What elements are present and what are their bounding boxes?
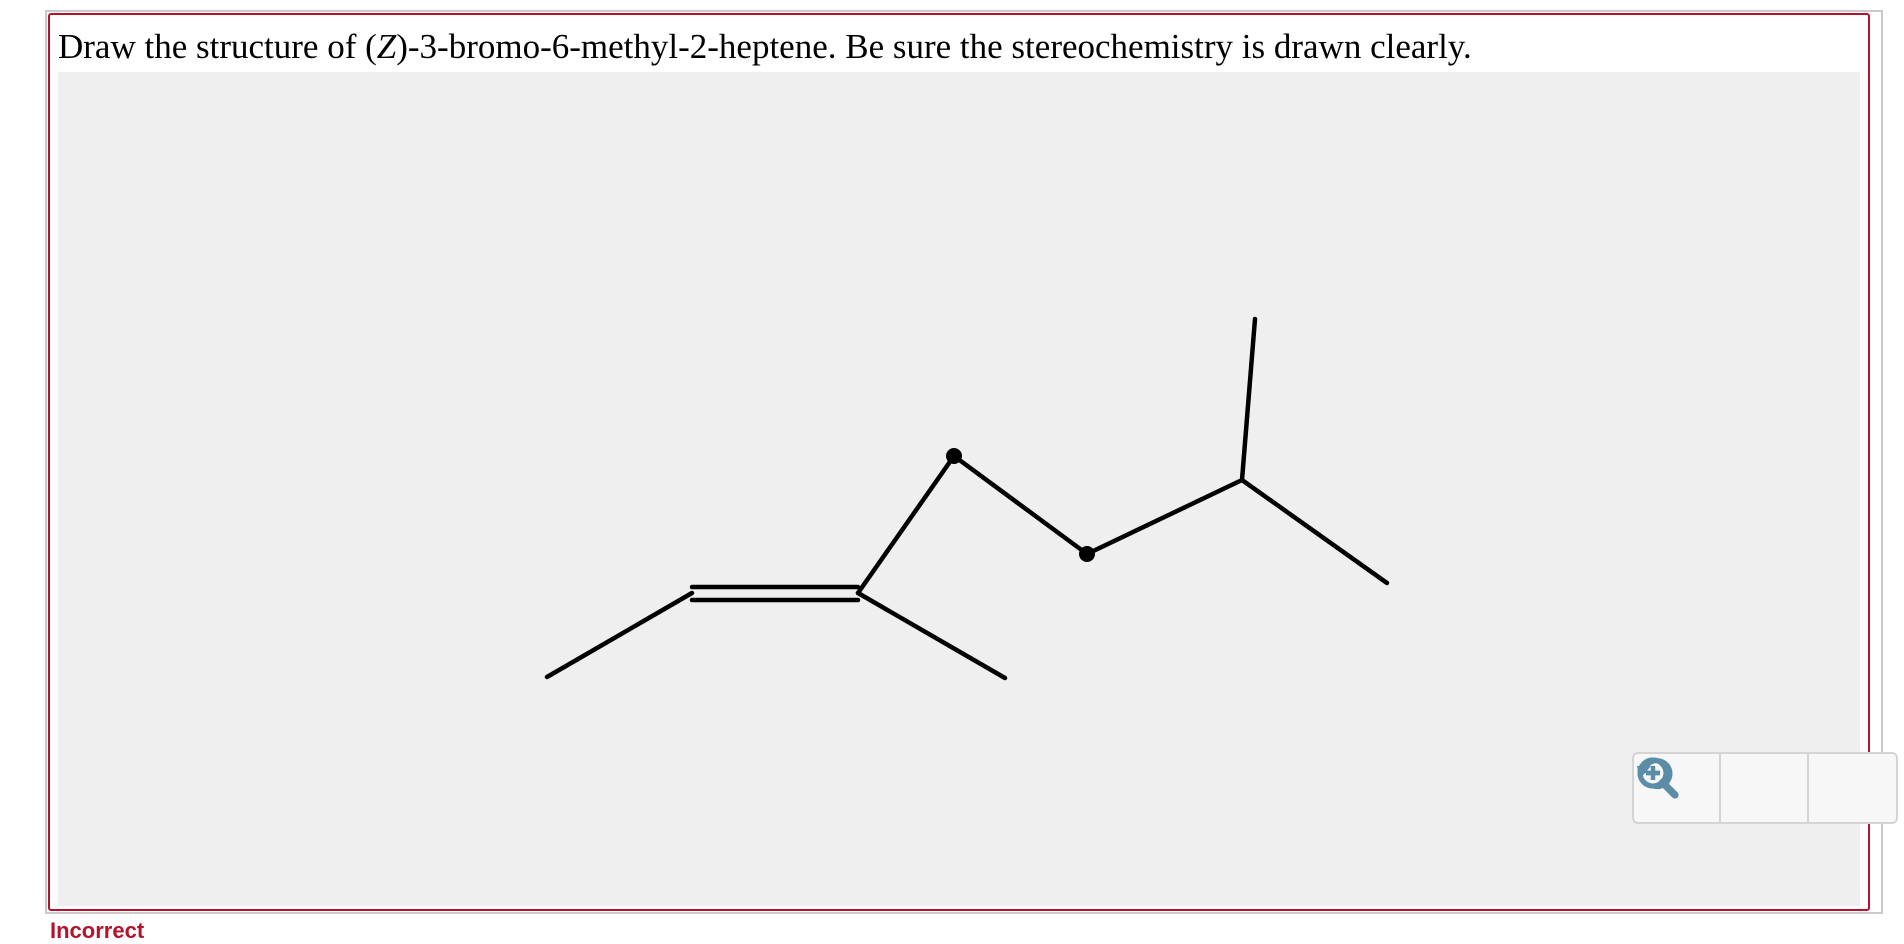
drawing-canvas[interactable]: [58, 72, 1898, 906]
prompt-stereo-descriptor: Z: [376, 27, 397, 66]
prompt-text-after: )-3-bromo-6-methyl-2-heptene. Be sure th…: [396, 27, 1472, 66]
zoom-out-icon: [1637, 757, 1679, 799]
prompt-text-before: Draw the structure of (: [58, 27, 377, 66]
answer-status-label: Incorrect: [50, 918, 145, 943]
bond-c6-methyl[interactable]: [1239, 316, 1258, 483]
zoom-out-button[interactable]: [1637, 754, 1896, 822]
structure-drawing[interactable]: [58, 72, 1860, 906]
reset-zoom-button[interactable]: [1637, 754, 1809, 822]
atom-node-c5[interactable]: [1079, 546, 1095, 562]
bond-c1-c2[interactable]: [544, 590, 695, 680]
atom-node-c4[interactable]: [946, 448, 962, 464]
zoom-toolbar: [1632, 752, 1898, 824]
bond-c5-c6[interactable]: [1084, 477, 1245, 557]
bond-c6-c7[interactable]: [1239, 477, 1390, 586]
bond-c3-substituent[interactable]: [855, 590, 1008, 681]
question-prompt: Draw the structure of (Z)-3-bromo-6-meth…: [58, 25, 1472, 69]
bond-c4-c5[interactable]: [951, 453, 1090, 557]
bond-c3-c4[interactable]: [855, 453, 957, 596]
